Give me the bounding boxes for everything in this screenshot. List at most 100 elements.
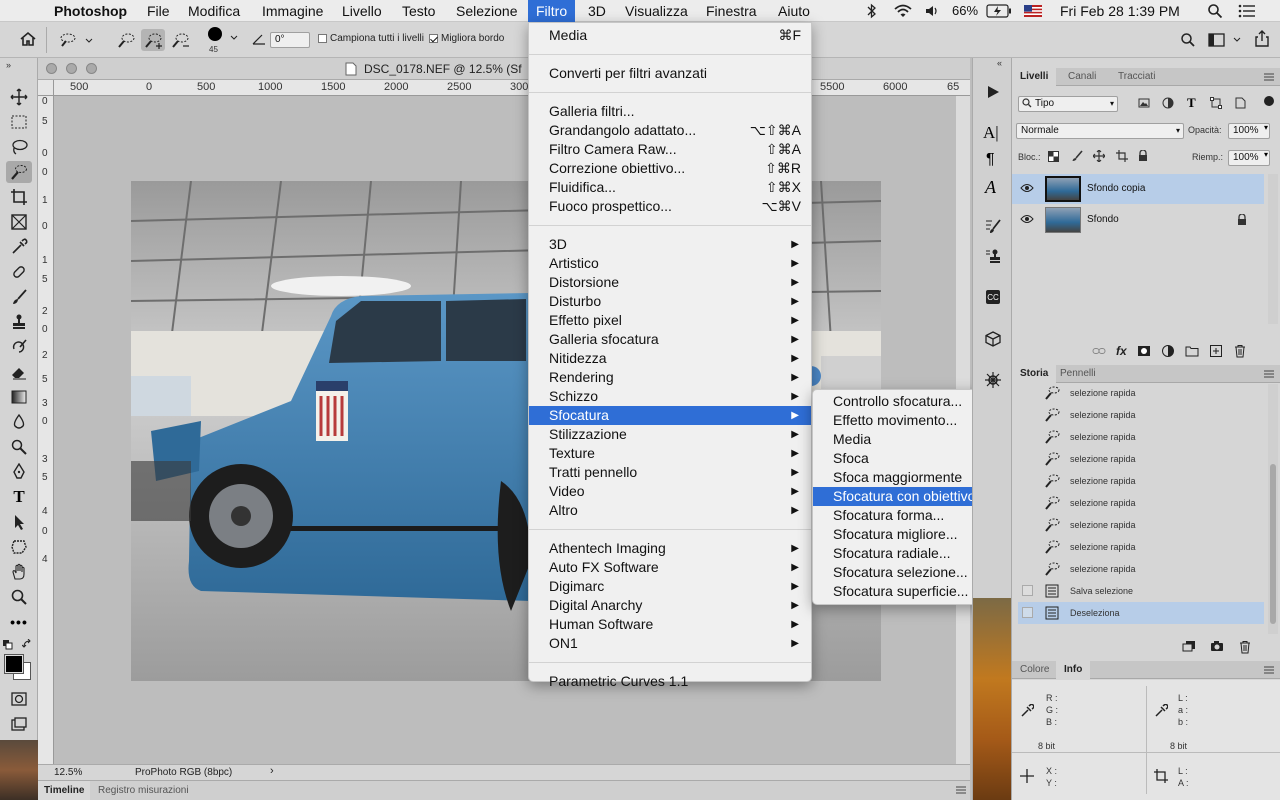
filter-menu-item[interactable]: Altro ▶ bbox=[529, 501, 811, 520]
notification-center-icon[interactable] bbox=[1238, 4, 1256, 18]
filter-menu-item[interactable]: Galleria sfocatura ▶ bbox=[529, 330, 811, 349]
tab-timeline[interactable]: Timeline bbox=[38, 781, 91, 800]
custom-shape-tool-icon[interactable] bbox=[6, 536, 32, 558]
filter-menu-item[interactable]: Galleria filtri... bbox=[529, 102, 811, 121]
menu-finestra[interactable]: Finestra bbox=[698, 0, 765, 22]
lock-image-icon[interactable] bbox=[1071, 150, 1083, 162]
new-adjustment-layer-icon[interactable] bbox=[1161, 344, 1175, 358]
filter-menu-item[interactable]: Fluidifica... ⇧⌘X bbox=[529, 178, 811, 197]
history-state[interactable]: Salva selezione bbox=[1018, 580, 1264, 602]
swap-colors-icon[interactable] bbox=[22, 639, 33, 650]
character-panel-icon[interactable]: A| bbox=[983, 123, 999, 143]
filter-menu-item[interactable]: ON1 ▶ bbox=[529, 634, 811, 653]
move-tool-icon[interactable] bbox=[6, 86, 32, 108]
history-state[interactable]: selezione rapida bbox=[1018, 448, 1264, 470]
home-icon[interactable] bbox=[19, 31, 37, 47]
fill-dropdown-icon[interactable]: ▾ bbox=[1264, 150, 1268, 159]
history-state[interactable]: selezione rapida bbox=[1018, 384, 1264, 404]
filter-smart-object-icon[interactable] bbox=[1234, 97, 1246, 109]
gradient-tool-icon[interactable] bbox=[6, 386, 32, 408]
menu-livello[interactable]: Livello bbox=[334, 0, 390, 22]
new-selection-icon[interactable] bbox=[114, 29, 138, 51]
layer-name[interactable]: Sfondo bbox=[1087, 214, 1119, 225]
layers-scrollbar[interactable] bbox=[1268, 174, 1278, 324]
zoom-tool-icon[interactable] bbox=[6, 586, 32, 608]
expand-panels-icon[interactable]: « bbox=[997, 58, 1002, 68]
visibility-eye-icon[interactable] bbox=[1020, 183, 1034, 193]
volume-icon[interactable] bbox=[924, 3, 940, 19]
filter-adjustment-icon[interactable] bbox=[1162, 97, 1174, 109]
filter-menu-item[interactable]: Nitidezza ▶ bbox=[529, 349, 811, 368]
frame-tool-icon[interactable] bbox=[6, 211, 32, 233]
filter-toggle-icon[interactable] bbox=[1264, 96, 1274, 106]
new-snapshot-icon[interactable] bbox=[1210, 640, 1224, 654]
history-state[interactable]: selezione rapida bbox=[1018, 492, 1264, 514]
history-brush-source-box[interactable] bbox=[1022, 585, 1033, 596]
collapse-toolbar-icon[interactable]: » bbox=[6, 60, 11, 70]
adjustments-icon[interactable] bbox=[984, 371, 1002, 389]
menu-visualizza[interactable]: Visualizza bbox=[617, 0, 696, 22]
horizontal-ruler[interactable]: 500 0 500 1000 1500 2000 2500 300 5500 6… bbox=[54, 80, 970, 96]
zoom-window-icon[interactable] bbox=[86, 63, 97, 74]
tab-info[interactable]: Info bbox=[1056, 661, 1091, 679]
quick-selection-preset-icon[interactable] bbox=[56, 31, 96, 49]
menu-3d[interactable]: 3D bbox=[580, 0, 614, 22]
ruler-origin[interactable] bbox=[38, 80, 54, 96]
tab-history[interactable]: Storia bbox=[1012, 365, 1057, 383]
status-menu-arrow-icon[interactable]: › bbox=[270, 765, 274, 777]
apple-menu-icon[interactable] bbox=[14, 0, 30, 22]
history-brush-tool-icon[interactable] bbox=[6, 336, 32, 358]
share-icon[interactable] bbox=[1253, 30, 1271, 48]
eyedropper-tool-icon[interactable] bbox=[6, 236, 32, 258]
libraries-icon[interactable]: CC bbox=[984, 288, 1002, 306]
filter-menu-item[interactable]: Auto FX Software ▶ bbox=[529, 558, 811, 577]
wifi-icon[interactable] bbox=[893, 3, 913, 19]
clone-source-icon[interactable] bbox=[984, 248, 1002, 266]
flag-icon[interactable] bbox=[1024, 5, 1042, 17]
filter-pixel-icon[interactable] bbox=[1138, 97, 1150, 109]
layer-name[interactable]: Sfondo copia bbox=[1087, 183, 1145, 194]
blend-mode-select[interactable]: Normale ▾ bbox=[1016, 123, 1184, 139]
layer-lock-icon[interactable] bbox=[1237, 214, 1247, 226]
add-mask-icon[interactable] bbox=[1137, 344, 1151, 358]
actions-play-icon[interactable] bbox=[985, 84, 1001, 100]
quick-selection-tool-icon[interactable] bbox=[6, 161, 32, 183]
history-state[interactable]: selezione rapida bbox=[1018, 404, 1264, 426]
menu-testo[interactable]: Testo bbox=[394, 0, 443, 22]
foreground-color-swatch[interactable] bbox=[4, 654, 24, 674]
history-scrollbar-thumb[interactable] bbox=[1270, 464, 1276, 624]
tab-measurement-log[interactable]: Registro misurazioni bbox=[92, 781, 195, 800]
filter-menu-item[interactable]: Parametric Curves 1.1 bbox=[529, 672, 811, 691]
filter-menu-item[interactable]: Media ⌘F bbox=[529, 26, 811, 45]
lasso-tool-icon[interactable] bbox=[6, 136, 32, 158]
search-icon[interactable] bbox=[1180, 32, 1196, 48]
link-layers-icon[interactable] bbox=[1092, 344, 1106, 358]
lock-all-icon[interactable] bbox=[1138, 150, 1148, 162]
path-selection-tool-icon[interactable] bbox=[6, 511, 32, 533]
layers-panel-menu-icon[interactable] bbox=[1264, 73, 1274, 81]
quick-mask-icon[interactable] bbox=[6, 688, 32, 710]
menu-filtro[interactable]: Filtro bbox=[528, 0, 576, 22]
filter-menu-item[interactable]: Schizzo ▶ bbox=[529, 387, 811, 406]
menu-modifica[interactable]: Modifica bbox=[180, 0, 248, 22]
tab-channels[interactable]: Canali bbox=[1060, 68, 1104, 86]
brush-tool-icon[interactable] bbox=[6, 286, 32, 308]
fx-icon[interactable]: fx bbox=[1116, 344, 1127, 358]
lock-position-icon[interactable] bbox=[1093, 150, 1105, 162]
hand-tool-icon[interactable] bbox=[6, 561, 32, 583]
default-colors-icon[interactable] bbox=[3, 640, 13, 650]
history-state[interactable]: selezione rapida bbox=[1018, 514, 1264, 536]
enhance-edge-checkbox[interactable]: Migliora bordo bbox=[429, 33, 504, 44]
delete-state-icon[interactable] bbox=[1238, 640, 1252, 654]
layer-filter-select[interactable]: Tipo ▾ bbox=[1018, 96, 1118, 112]
eraser-tool-icon[interactable] bbox=[6, 361, 32, 383]
lock-artboard-icon[interactable] bbox=[1116, 150, 1128, 162]
clone-stamp-tool-icon[interactable] bbox=[6, 311, 32, 333]
glyphs-panel-icon[interactable]: A bbox=[985, 177, 996, 198]
sample-all-layers-checkbox[interactable]: Campiona tutti i livelli bbox=[318, 33, 424, 44]
filter-menu-item[interactable]: Digimarc ▶ bbox=[529, 577, 811, 596]
tab-paths[interactable]: Tracciati bbox=[1110, 68, 1163, 86]
history-state[interactable]: selezione rapida bbox=[1018, 470, 1264, 492]
menu-selezione[interactable]: Selezione bbox=[448, 0, 526, 22]
3d-panel-icon[interactable] bbox=[984, 330, 1002, 348]
